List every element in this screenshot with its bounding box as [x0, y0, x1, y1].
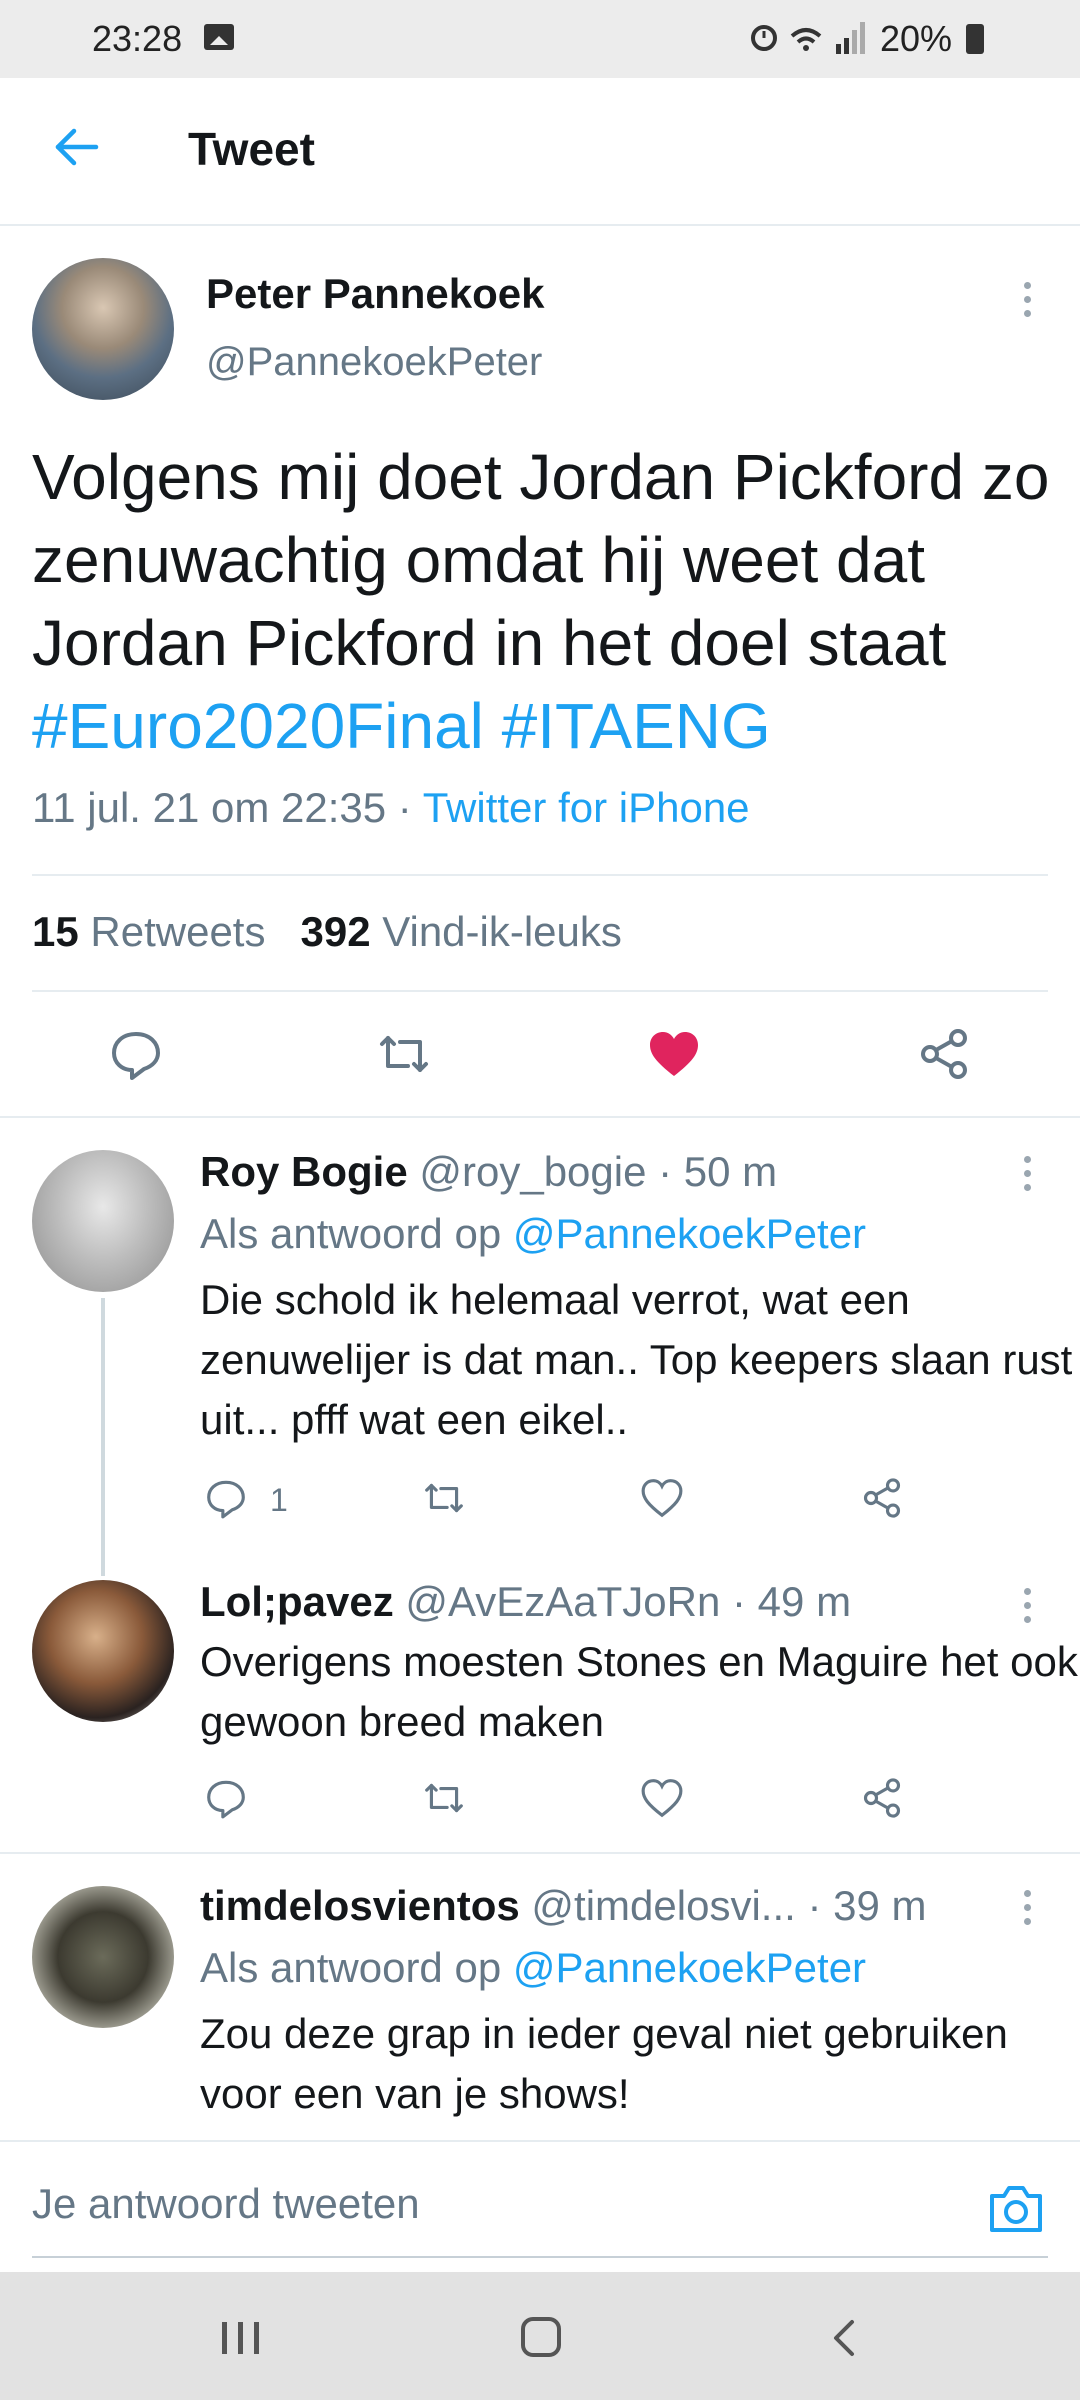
- reply-icon[interactable]: [204, 1776, 248, 1820]
- more-vertical-icon[interactable]: [1024, 1156, 1034, 1198]
- share-icon[interactable]: [860, 1476, 904, 1520]
- retweets-count: 15: [32, 908, 79, 955]
- likes-stat[interactable]: 392 Vind-ik-leuks: [300, 908, 621, 955]
- divider: [32, 990, 1048, 992]
- reply-text: Overigens moesten Stones en Maguire het …: [200, 1638, 1078, 1745]
- mention-link[interactable]: @PannekoekPeter: [513, 1210, 866, 1257]
- more-vertical-icon[interactable]: [1024, 1588, 1034, 1630]
- battery-percent: 20%: [880, 18, 953, 59]
- replying-to: Als antwoord op @PannekoekPeter: [200, 1944, 866, 1992]
- author-handle[interactable]: @roy_bogie: [419, 1148, 646, 1195]
- reply-time: · 39 m: [807, 1882, 927, 1929]
- retweet-icon[interactable]: [376, 1026, 432, 1082]
- retweet-icon[interactable]: [422, 1776, 466, 1820]
- author-handle[interactable]: @AvEzAaTJoRn: [405, 1578, 720, 1625]
- battery-icon: [966, 24, 984, 54]
- share-icon[interactable]: [916, 1026, 972, 1082]
- meta-separator: ·: [386, 784, 423, 831]
- avatar[interactable]: [32, 1150, 174, 1292]
- author-name[interactable]: Peter Pannekoek: [206, 270, 545, 318]
- reply-count: 1: [270, 1482, 288, 1518]
- tweet-timestamp[interactable]: 11 jul. 21 om 22:35: [32, 784, 386, 831]
- thread-connector-line: [101, 1298, 105, 1576]
- mention-link[interactable]: @PannekoekPeter: [513, 1944, 866, 1991]
- reply-time: · 50 m: [658, 1148, 778, 1195]
- page-title: Tweet: [188, 123, 315, 175]
- replying-to-label: Als antwoord op: [200, 1944, 502, 1991]
- reply-text: Zou deze grap in ieder geval niet gebrui…: [200, 2010, 1008, 2117]
- author-handle[interactable]: @PannekoekPeter: [206, 340, 542, 385]
- reply-header: Lol;pavez @AvEzAaTJoRn · 49 m: [200, 1578, 851, 1626]
- divider: [0, 1116, 1080, 1118]
- tweet-source-link[interactable]: Twitter for iPhone: [423, 784, 750, 831]
- heart-icon[interactable]: [646, 1026, 702, 1082]
- alarm-wifi-signal-icons: [748, 18, 872, 66]
- tweet-body: Volgens mij doet Jordan Pickford zo zenu…: [32, 441, 1050, 679]
- back-arrow-icon[interactable]: [52, 122, 102, 172]
- divider: [0, 2140, 1080, 2142]
- author-name[interactable]: timdelosvientos: [200, 1882, 520, 1929]
- more-vertical-icon[interactable]: [1024, 1890, 1034, 1932]
- author-name[interactable]: Roy Bogie: [200, 1148, 408, 1195]
- divider: [32, 874, 1048, 876]
- camera-icon[interactable]: [986, 2180, 1046, 2236]
- retweets-label: Retweets: [90, 908, 266, 955]
- likes-count: 392: [300, 908, 371, 955]
- replying-to: Als antwoord op @PannekoekPeter: [200, 1210, 866, 1258]
- input-underline: [32, 2256, 1048, 2258]
- reply-icon[interactable]: [204, 1476, 248, 1520]
- hashtag-link[interactable]: #ITAENG: [502, 690, 771, 762]
- retweets-stat[interactable]: 15 Retweets: [32, 908, 265, 955]
- gallery-notification-icon: [204, 24, 234, 50]
- reply-compose-input[interactable]: Je antwoord tweeten: [32, 2180, 420, 2228]
- reply-text: Die schold ik helemaal verrot, wat een z…: [200, 1276, 1073, 1443]
- recents-icon[interactable]: [218, 2318, 264, 2363]
- back-icon[interactable]: [826, 2316, 862, 2365]
- tweet-text: Volgens mij doet Jordan Pickford zo zenu…: [32, 436, 1052, 768]
- avatar[interactable]: [32, 1886, 174, 2028]
- reply-icon[interactable]: [108, 1026, 164, 1082]
- more-vertical-icon[interactable]: [1024, 282, 1034, 324]
- divider: [0, 1852, 1080, 1854]
- reply-header: Roy Bogie @roy_bogie · 50 m: [200, 1148, 777, 1196]
- reply-time: · 49 m: [732, 1578, 852, 1625]
- tweet-metadata: 11 jul. 21 om 22:35 · Twitter for iPhone: [32, 784, 750, 832]
- home-icon[interactable]: [518, 2314, 564, 2365]
- avatar[interactable]: [32, 258, 174, 400]
- reply-header: timdelosvientos @timdelosvi... · 39 m: [200, 1882, 927, 1930]
- avatar[interactable]: [32, 1580, 174, 1722]
- top-app-bar: [0, 78, 1080, 226]
- status-time: 23:28: [92, 18, 183, 59]
- heart-icon[interactable]: [640, 1476, 684, 1520]
- share-icon[interactable]: [860, 1776, 904, 1820]
- likes-label: Vind-ik-leuks: [382, 908, 622, 955]
- hashtag-link[interactable]: #Euro2020Final: [32, 690, 484, 762]
- replying-to-label: Als antwoord op: [200, 1210, 502, 1257]
- author-handle[interactable]: @timdelosvi...: [531, 1882, 795, 1929]
- engagement-stats: 15 Retweets 392 Vind-ik-leuks: [32, 908, 622, 956]
- retweet-icon[interactable]: [422, 1476, 466, 1520]
- author-name[interactable]: Lol;pavez: [200, 1578, 394, 1625]
- heart-icon[interactable]: [640, 1776, 684, 1820]
